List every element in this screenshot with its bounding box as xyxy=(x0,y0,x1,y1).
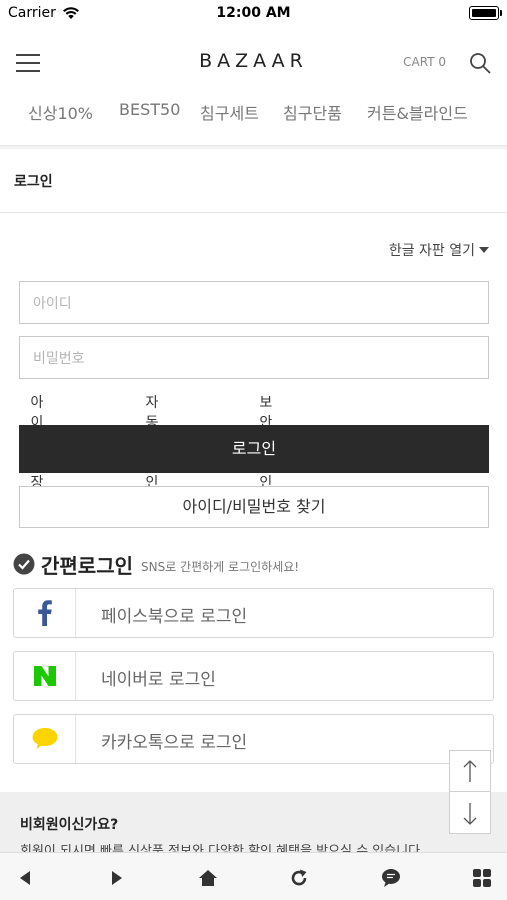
cart-link[interactable]: CART 0 xyxy=(403,55,446,69)
kakao-icon-box xyxy=(14,715,76,763)
section-divider xyxy=(0,145,507,149)
guest-title: 비회원이신가요? xyxy=(20,817,119,833)
nav-item-bedding-set[interactable]: 침구세트 xyxy=(200,100,259,124)
facebook-icon xyxy=(37,600,52,626)
arrow-up-icon xyxy=(463,760,477,782)
nav-item-bedding-single[interactable]: 침구단품 xyxy=(283,100,342,124)
login-button[interactable]: 로그인 xyxy=(19,425,489,473)
category-nav: 신상10% BEST50 침구세트 침구단품 커튼&블라인드 xyxy=(0,100,507,128)
status-bar: Carrier 12:00 AM xyxy=(0,0,507,28)
id-input[interactable] xyxy=(19,281,489,324)
naver-icon xyxy=(33,666,56,686)
naver-login-label: 네이버로 로그인 xyxy=(101,670,216,690)
check-circle-icon xyxy=(13,553,35,575)
page-title: 로그인 xyxy=(14,174,53,190)
battery-icon xyxy=(469,6,502,20)
find-id-password-button[interactable]: 아이디/비밀번호 찾기 xyxy=(19,486,489,528)
forward-icon[interactable] xyxy=(106,867,128,889)
kakao-login-label: 카카오톡으로 로그인 xyxy=(101,733,248,753)
status-time: 12:00 AM xyxy=(216,5,291,21)
facebook-login-button[interactable]: 페이스북으로 로그인 xyxy=(13,588,494,638)
caret-down-icon xyxy=(479,247,489,253)
arrow-down-icon xyxy=(463,802,477,825)
nav-item-curtain[interactable]: 커튼&블라인드 xyxy=(367,100,468,124)
guest-section: 비회원이신가요? 회원이 되시면 빠른 신상품 정보와 다양한 할인 혜택을 받… xyxy=(0,792,507,856)
facebook-icon-box xyxy=(14,589,76,637)
back-icon[interactable] xyxy=(14,867,36,889)
korean-keyboard-toggle[interactable]: 한글 자판 열기 xyxy=(389,240,489,260)
divider xyxy=(0,212,507,213)
search-icon[interactable] xyxy=(469,52,491,74)
keyboard-toggle-label: 한글 자판 열기 xyxy=(388,243,475,259)
naver-login-button[interactable]: 네이버로 로그인 xyxy=(13,651,494,701)
naver-icon-box xyxy=(14,652,76,700)
password-input[interactable] xyxy=(19,336,489,379)
scroll-bottom-button[interactable] xyxy=(450,793,490,834)
nav-item-new[interactable]: 신상10% xyxy=(28,100,93,124)
home-icon[interactable] xyxy=(197,867,219,889)
refresh-icon[interactable] xyxy=(288,867,310,889)
kakao-icon xyxy=(32,728,57,749)
facebook-login-label: 페이스북으로 로그인 xyxy=(101,607,248,627)
sns-title: 간편로그인 xyxy=(41,553,133,578)
sns-subtitle: SNS로 간편하게 로그인하세요! xyxy=(141,559,300,574)
kakao-login-button[interactable]: 카카오톡으로 로그인 xyxy=(13,714,494,764)
grid-icon[interactable] xyxy=(471,867,493,889)
scroll-top-button[interactable] xyxy=(450,751,490,792)
scroll-buttons xyxy=(449,750,491,834)
bottom-toolbar xyxy=(0,852,507,900)
sns-login-header: 간편로그인 SNS로 간편하게 로그인하세요! xyxy=(13,550,299,578)
chat-icon[interactable] xyxy=(380,867,402,889)
nav-item-best[interactable]: BEST50 xyxy=(119,100,180,119)
header: BAZAAR CART 0 xyxy=(0,38,507,88)
